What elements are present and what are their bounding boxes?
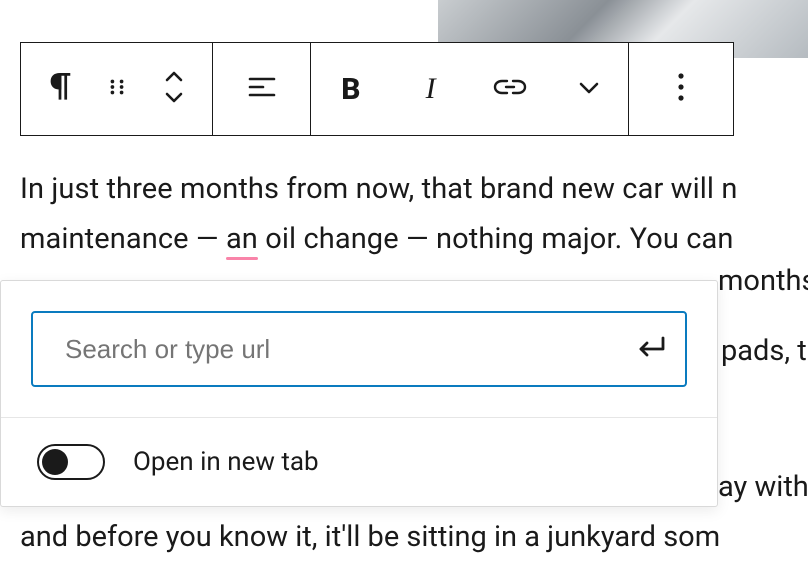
italic-button[interactable]: I [391, 43, 471, 135]
text-line: maintenance — an oil change — nothing ma… [20, 215, 808, 265]
link-icon [493, 77, 527, 101]
block-toolbar: B I [20, 42, 734, 136]
toggle-knob [42, 449, 68, 475]
align-left-icon [247, 74, 277, 104]
toolbar-group-options [629, 43, 733, 135]
text-line: In just three months from now, that bran… [20, 165, 808, 215]
submit-icon[interactable] [637, 335, 667, 363]
move-up-down[interactable] [145, 43, 202, 135]
link-url-input[interactable] [63, 333, 637, 366]
italic-label: I [426, 72, 436, 106]
drag-handle-icon [106, 76, 128, 102]
chevron-down-icon [578, 80, 600, 99]
link-toggle-row: Open in new tab [1, 418, 717, 506]
toggle-label: Open in new tab [133, 447, 319, 477]
link-input-wrap [31, 311, 687, 387]
text-fragment: months [718, 264, 808, 298]
more-vertical-icon [677, 72, 685, 106]
drag-handle[interactable] [88, 43, 145, 135]
text-fragment: ay with [718, 470, 808, 504]
bold-label: B [341, 72, 360, 107]
open-new-tab-toggle[interactable] [37, 444, 105, 480]
toolbar-group-block [21, 43, 213, 135]
move-up-down-icon [162, 69, 186, 109]
toolbar-group-align [213, 43, 311, 135]
text-line: and before you know it, it'll be sitting… [20, 520, 720, 554]
paragraph-icon [46, 71, 74, 107]
options-button[interactable] [629, 43, 733, 135]
link-button[interactable] [471, 43, 551, 135]
text-fragment: pads, t [721, 334, 807, 368]
link-input-row [1, 281, 717, 417]
align-button[interactable] [213, 43, 310, 135]
toolbar-group-format: B I [311, 43, 629, 135]
bold-button[interactable]: B [311, 43, 391, 135]
spellcheck-underline: an [226, 222, 258, 256]
more-format-button[interactable] [550, 43, 628, 135]
block-type-button[interactable] [31, 43, 88, 135]
paragraph-content[interactable]: In just three months from now, that bran… [20, 165, 808, 265]
link-popover: Open in new tab [0, 280, 718, 507]
